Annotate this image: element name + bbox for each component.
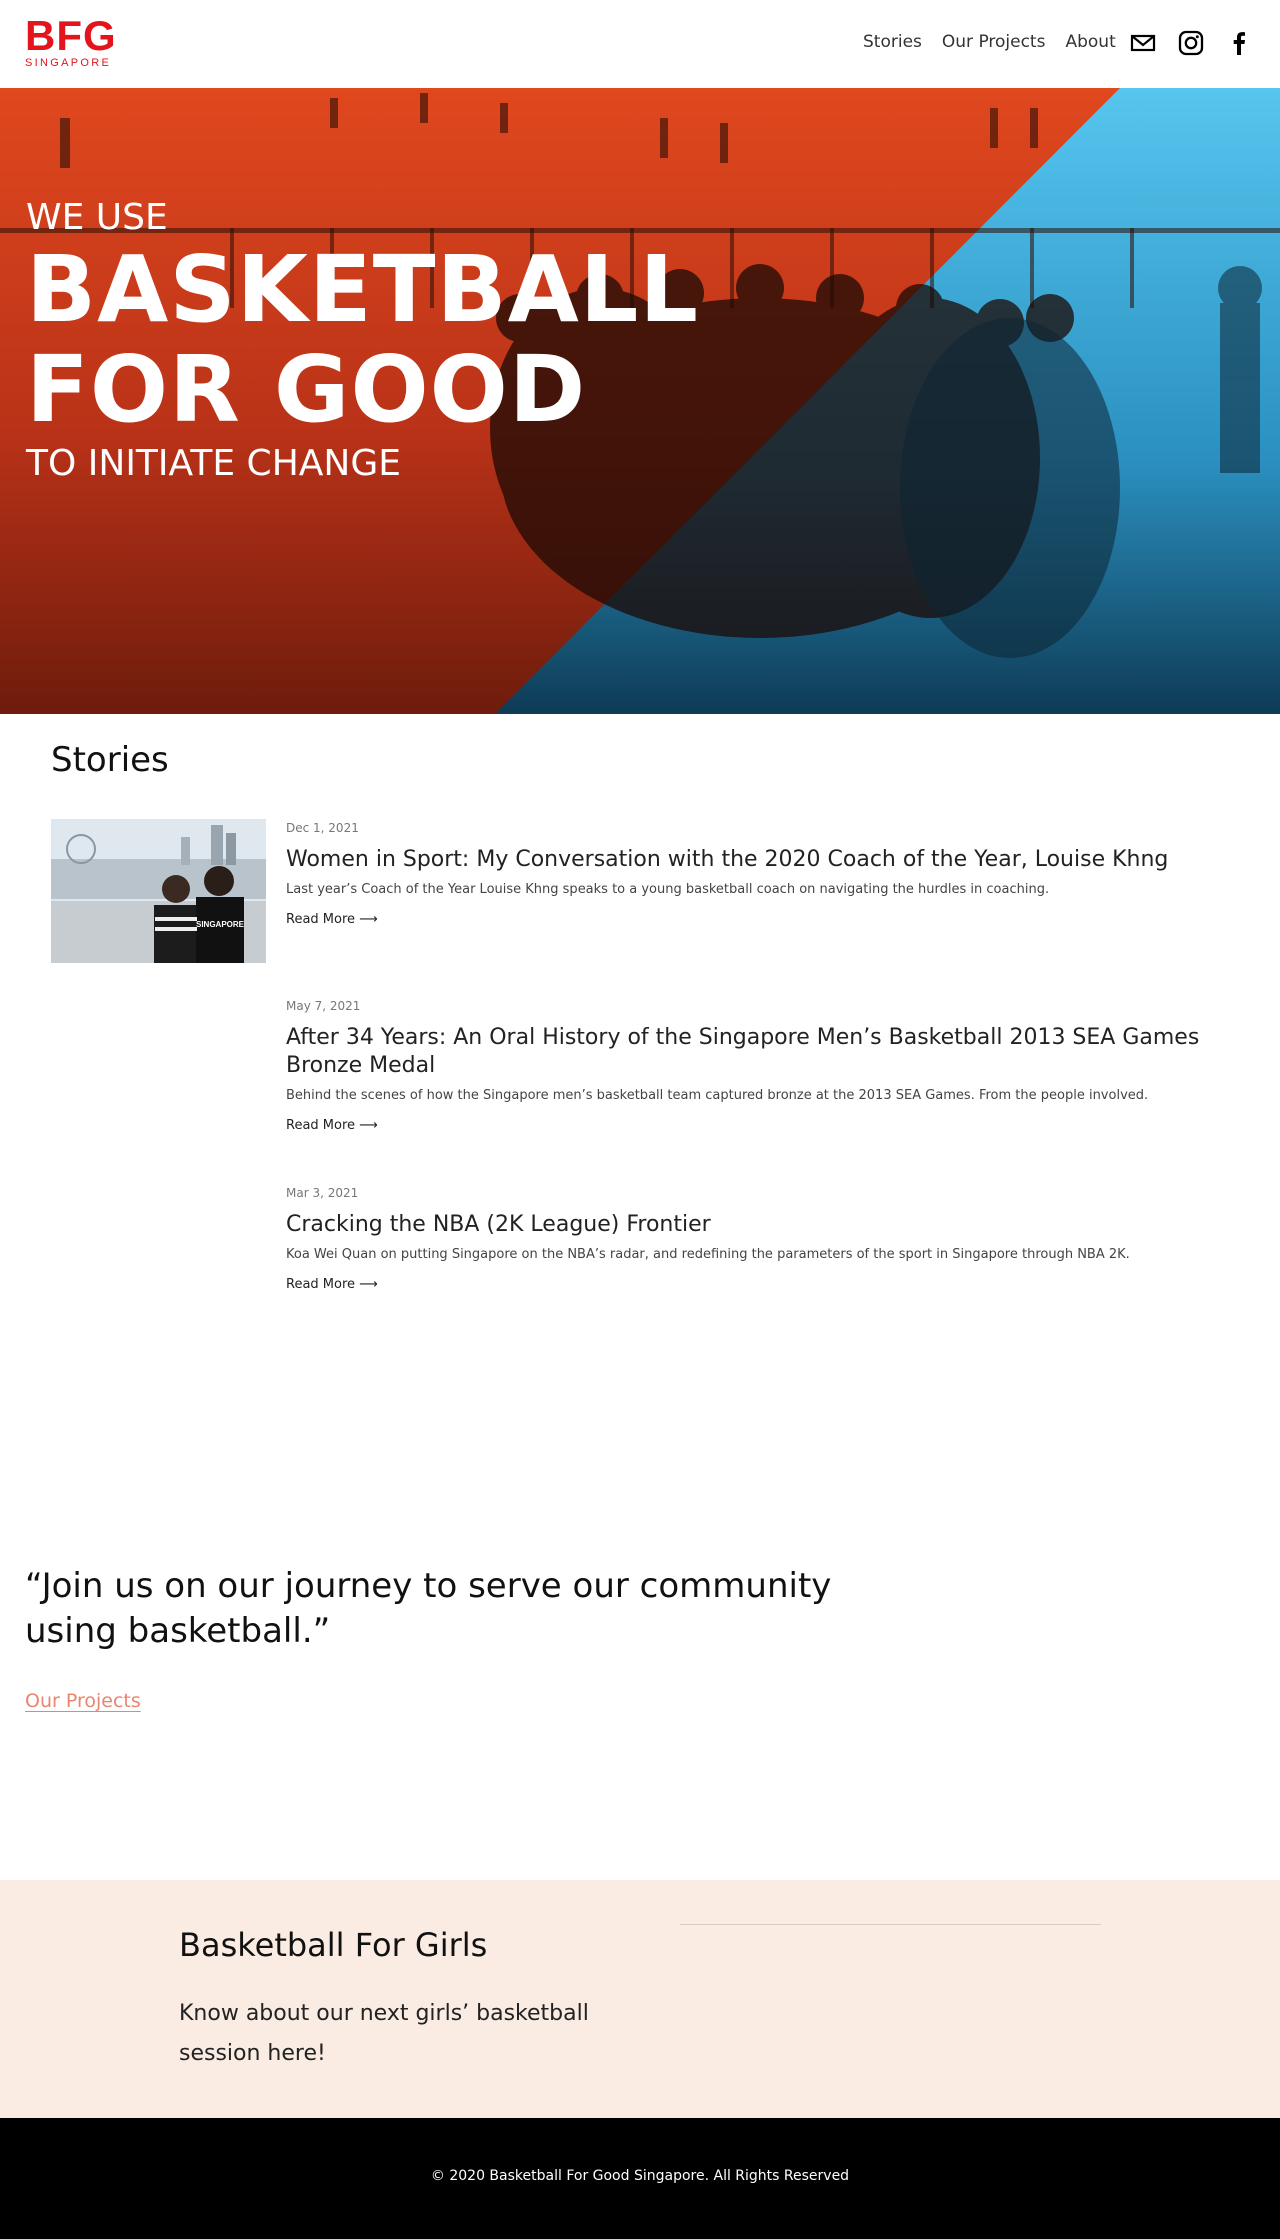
community-quote: “Join us on our journey to serve our com… xyxy=(25,1566,832,1651)
read-more-link[interactable]: Read More ⟶ xyxy=(286,910,378,930)
girls-text: Know about our next girls’ basketball se… xyxy=(179,2001,589,2066)
story-title-link[interactable]: Women in Sport: My Conversation with the… xyxy=(286,846,1236,874)
copyright-text: © 2020 Basketball For Good Singapore. Al… xyxy=(430,2168,850,2184)
instagram-icon[interactable] xyxy=(1178,30,1204,56)
story-excerpt: Behind the scenes of how the Singapore m… xyxy=(286,1088,1149,1103)
girls-title: Basketball For Girls xyxy=(179,1926,488,1964)
story-date: May 7, 2021 xyxy=(286,999,361,1013)
social-icons xyxy=(1130,30,1252,56)
site-header: BFG SINGAPORE Stories Our Projects About xyxy=(0,0,1280,88)
hero-headline: WE USE BASKETBALL FOR GOOD TO INITIATE C… xyxy=(26,196,699,486)
read-more-link[interactable]: Read More ⟶ xyxy=(286,1116,378,1136)
hero-line-1: WE USE xyxy=(26,197,168,238)
story-thumbnail[interactable]: SINGAPORE xyxy=(51,819,266,963)
story-item: Dec 1, 2021 Women in Sport: My Conversat… xyxy=(286,820,1236,930)
story-title-link[interactable]: After 34 Years: An Oral History of the S… xyxy=(286,1024,1236,1080)
site-footer: © 2020 Basketball For Good Singapore. Al… xyxy=(0,2118,1280,2239)
story-title-link[interactable]: Cracking the NBA (2K League) Frontier xyxy=(286,1211,1236,1239)
nav-stories[interactable]: Stories xyxy=(863,30,922,54)
read-more-link[interactable]: Read More ⟶ xyxy=(286,1275,378,1295)
divider xyxy=(680,1924,1101,1925)
logo-subtitle: SINGAPORE xyxy=(25,57,112,69)
thumb-shirt-text: SINGAPORE xyxy=(196,920,245,929)
hero-line-4: TO INITIATE CHANGE xyxy=(26,443,401,484)
hero-banner: WE USE BASKETBALL FOR GOOD TO INITIATE C… xyxy=(0,88,1280,714)
hero-line-3: FOR GOOD xyxy=(26,336,587,443)
main-nav: Stories Our Projects About xyxy=(863,30,1136,54)
bfg-logo[interactable]: BFG SINGAPORE xyxy=(25,12,121,70)
girls-section: Basketball For Girls Know about our next… xyxy=(0,1880,1280,2118)
nav-our-projects[interactable]: Our Projects xyxy=(942,30,1046,54)
story-item: May 7, 2021 After 34 Years: An Oral Hist… xyxy=(286,998,1236,1136)
logo-mark: BFG xyxy=(25,12,117,59)
story-date: Mar 3, 2021 xyxy=(286,1186,359,1200)
facebook-icon[interactable] xyxy=(1226,30,1252,56)
our-projects-link[interactable]: Our Projects xyxy=(25,1690,141,1712)
story-date: Dec 1, 2021 xyxy=(286,821,359,835)
mail-icon[interactable] xyxy=(1130,30,1156,56)
story-excerpt: Koa Wei Quan on putting Singapore on the… xyxy=(286,1247,1130,1262)
story-item: Mar 3, 2021 Cracking the NBA (2K League)… xyxy=(286,1185,1236,1295)
story-excerpt: Last year’s Coach of the Year Louise Khn… xyxy=(286,882,1050,897)
nav-about[interactable]: About xyxy=(1065,30,1115,54)
stories-heading: Stories xyxy=(51,740,169,780)
hero-line-2: BASKETBALL xyxy=(26,236,700,343)
